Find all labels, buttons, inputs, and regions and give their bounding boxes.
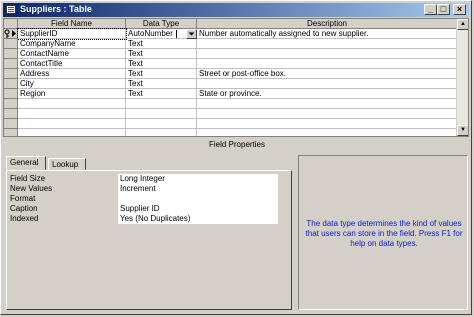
header-description: Description <box>197 19 458 29</box>
data-type-dropdown-button[interactable] <box>186 29 197 39</box>
description-cell[interactable] <box>197 79 458 89</box>
data-type-cell[interactable] <box>126 129 197 136</box>
scroll-down-button[interactable]: ▼ <box>457 125 468 136</box>
table-row[interactable] <box>4 119 458 129</box>
data-type-cell[interactable] <box>126 99 197 109</box>
field-name-cell[interactable]: SupplierID <box>17 28 127 40</box>
field-name-cell[interactable]: CompanyName <box>18 39 126 49</box>
data-type-cell[interactable]: Text <box>126 49 197 59</box>
field-name-cell[interactable]: City <box>18 79 126 89</box>
maximize-button[interactable]: □ <box>437 4 450 15</box>
description-cell[interactable] <box>197 99 458 109</box>
field-name-cell[interactable] <box>18 109 126 119</box>
row-selector[interactable] <box>4 59 18 69</box>
description-cell[interactable]: Street or post-office box. <box>197 69 458 79</box>
description-cell[interactable] <box>197 109 458 119</box>
field-properties-label: Field Properties <box>208 140 266 149</box>
text-caret <box>176 30 177 38</box>
data-type-cell[interactable] <box>126 109 197 119</box>
property-value-field[interactable]: Increment <box>118 184 278 194</box>
description-cell[interactable] <box>197 49 458 59</box>
property-row: Indexed Yes (No Duplicates) <box>10 214 280 224</box>
table-icon <box>6 5 16 14</box>
field-name-cell[interactable]: Region <box>18 89 126 99</box>
help-panel: The data type determines the kind of val… <box>298 155 468 310</box>
property-row: New Values Increment <box>10 184 280 194</box>
help-text: The data type determines the kind of val… <box>305 219 463 248</box>
row-selector[interactable] <box>4 99 18 109</box>
description-cell[interactable] <box>197 129 458 136</box>
row-selector[interactable] <box>4 39 18 49</box>
table-row[interactable]: SupplierID AutoNumber Number automatically… <box>4 28 458 40</box>
row-selector[interactable] <box>4 129 18 136</box>
row-selector[interactable] <box>4 69 18 79</box>
description-cell[interactable]: Number automatically assigned to new sup… <box>197 29 458 39</box>
property-row: Format <box>10 194 280 204</box>
header-data-type: Data Type <box>126 19 197 29</box>
property-label: Indexed <box>10 214 39 223</box>
table-row[interactable] <box>4 99 458 109</box>
property-label: Format <box>10 194 36 203</box>
data-type-cell[interactable]: Text <box>126 59 197 69</box>
table-row[interactable]: CompanyName Text <box>4 39 458 49</box>
data-type-cell[interactable] <box>126 119 197 129</box>
property-value-field[interactable]: Yes (No Duplicates) <box>118 214 278 224</box>
field-name-cell[interactable] <box>18 129 126 136</box>
data-type-cell[interactable]: Text <box>126 39 197 49</box>
header-field-name: Field Name <box>18 19 126 29</box>
field-grid: Field Name Data Type Description Supplie… <box>3 18 469 137</box>
property-label: Field Size <box>10 174 46 183</box>
table-row[interactable]: ContactName Text <box>4 49 458 59</box>
description-cell[interactable] <box>197 59 458 69</box>
table-row[interactable]: Region Text State or province. <box>4 89 458 99</box>
scroll-up-button[interactable]: ▲ <box>457 19 468 30</box>
minimize-button[interactable]: _ <box>424 4 437 15</box>
property-row: Field Size Long Integer <box>10 174 280 184</box>
title-bar[interactable]: Suppliers : Table _ □ × <box>3 3 469 17</box>
description-cell[interactable] <box>197 119 458 129</box>
property-value-field[interactable] <box>118 194 278 204</box>
row-selector[interactable] <box>4 109 18 119</box>
corner-header <box>4 19 18 29</box>
field-name-cell[interactable] <box>18 119 126 129</box>
data-type-cell[interactable]: Text <box>126 79 197 89</box>
row-selector[interactable] <box>4 119 18 129</box>
window-title: Suppliers : Table <box>20 4 92 14</box>
description-cell[interactable]: State or province. <box>197 89 458 99</box>
property-row: Caption Supplier ID <box>10 204 280 214</box>
field-name-cell[interactable]: ContactTitle <box>18 59 126 69</box>
property-label: New Values <box>10 184 53 193</box>
general-properties-panel: Field Size Long Integer New Values Incremen… <box>6 170 292 310</box>
field-name-cell[interactable] <box>18 99 126 109</box>
table-row[interactable]: Address Text Street or post-office box. <box>4 69 458 79</box>
row-selector[interactable] <box>4 89 18 99</box>
property-label: Caption <box>10 204 38 213</box>
field-name-cell[interactable]: Address <box>18 69 126 79</box>
data-type-cell[interactable]: Text <box>126 89 197 99</box>
vertical-scrollbar[interactable]: ▲ ▼ <box>456 19 468 136</box>
close-button[interactable]: × <box>453 4 466 15</box>
table-row[interactable] <box>4 109 458 119</box>
description-cell[interactable] <box>197 39 458 49</box>
tab-lookup[interactable]: Lookup <box>48 158 86 170</box>
row-selector[interactable] <box>4 79 18 89</box>
row-selector[interactable] <box>4 49 18 59</box>
property-value-field[interactable]: Long Integer <box>118 174 278 184</box>
tab-general[interactable]: General <box>6 156 46 170</box>
table-row[interactable] <box>4 129 458 136</box>
field-name-cell[interactable]: ContactName <box>18 49 126 59</box>
table-row[interactable]: City Text <box>4 79 458 89</box>
primary-key-row-selector[interactable] <box>4 29 18 39</box>
table-design-window: Suppliers : Table _ □ × Field Name Data … <box>0 0 472 315</box>
property-value-field[interactable]: Supplier ID <box>118 204 278 214</box>
table-row[interactable]: ContactTitle Text <box>4 59 458 69</box>
data-type-cell[interactable]: Text <box>126 69 197 79</box>
